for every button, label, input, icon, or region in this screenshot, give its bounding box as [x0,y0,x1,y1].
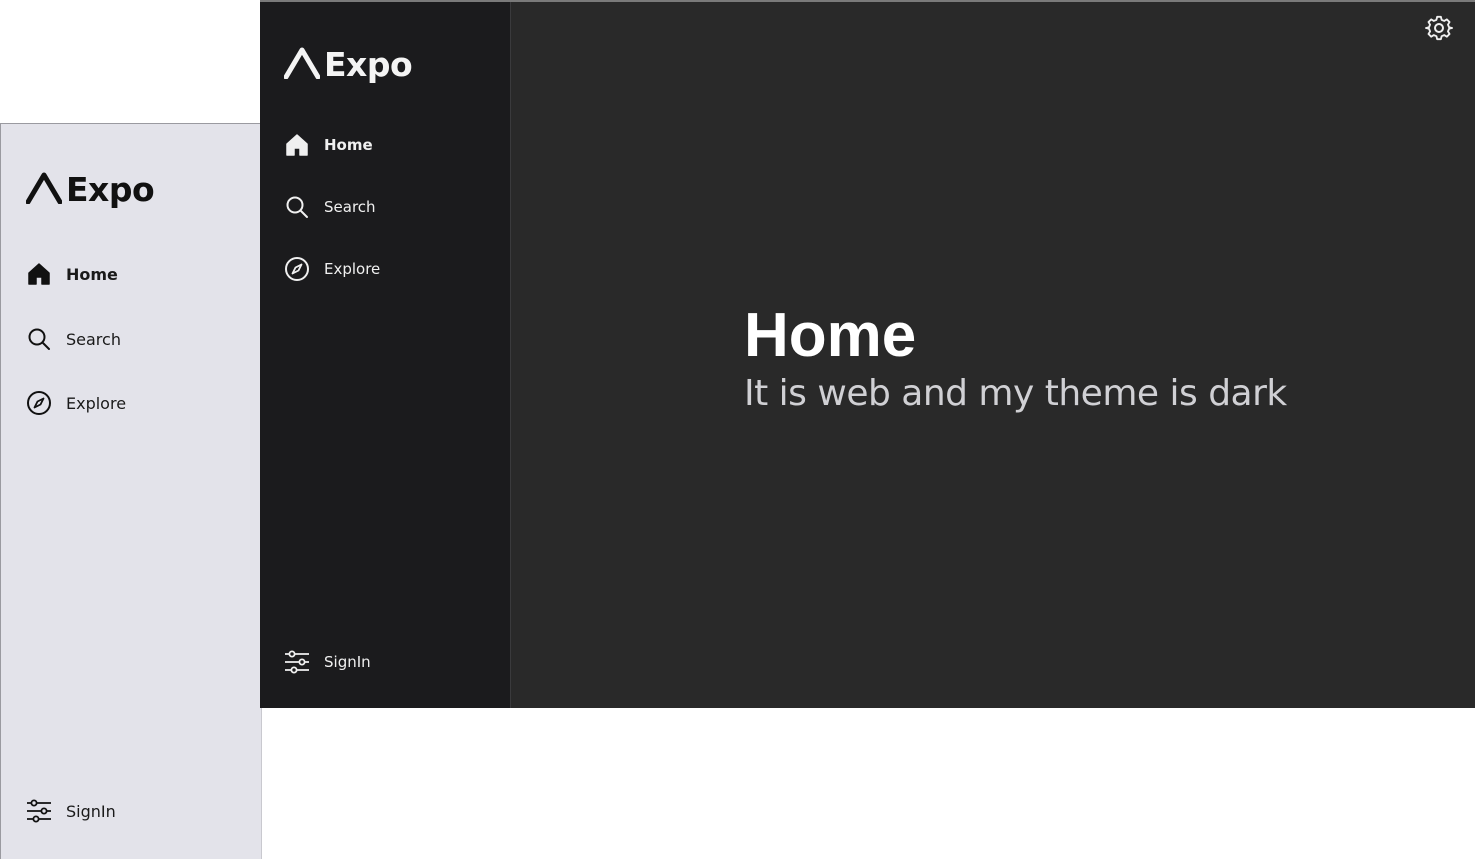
expo-logo[interactable]: Expo [25,170,155,209]
settings-button[interactable] [1425,14,1453,46]
compass-icon [26,390,52,416]
search-icon [26,326,52,352]
nav-item-search[interactable]: Search [284,192,376,222]
nav-item-signin[interactable]: SignIn [284,647,371,677]
nav-item-label: SignIn [324,653,371,671]
nav-item-label: Search [324,198,376,216]
expo-logo-icon [25,172,63,208]
expo-logo-icon [283,47,321,83]
light-theme-window: Expo Home Search Explore SignIn [0,123,262,859]
expo-logo[interactable]: Expo [283,45,413,84]
nav-item-label: Home [324,136,373,154]
nav-item-signin[interactable]: SignIn [26,796,116,826]
nav-item-explore[interactable]: Explore [26,388,126,418]
nav-item-label: SignIn [66,801,116,821]
home-icon [26,261,52,287]
logo-text: Expo [66,170,155,209]
nav-item-home[interactable]: Home [26,259,118,289]
nav-item-home[interactable]: Home [284,130,373,160]
nav-item-explore[interactable]: Explore [284,254,380,284]
search-icon [284,194,310,220]
nav-item-label: Search [66,329,121,349]
nav-item-label: Home [66,264,118,284]
logo-text: Expo [324,45,413,84]
compass-icon [284,256,310,282]
gear-icon [1425,14,1453,46]
page-subtitle: It is web and my theme is dark [744,373,1287,414]
main-content: Home It is web and my theme is dark [744,300,1287,416]
dark-theme-window: Expo Home Search Explore SignIn Home It … [260,0,1475,708]
nav-item-label: Explore [66,393,127,413]
home-icon [284,132,310,158]
sidebar: Expo Home Search Explore SignIn [260,2,511,708]
sliders-icon [26,798,52,824]
nav-item-search[interactable]: Search [26,324,121,354]
nav-item-label: Explore [324,260,381,278]
sliders-icon [284,649,310,675]
page-title: Home [744,301,917,370]
